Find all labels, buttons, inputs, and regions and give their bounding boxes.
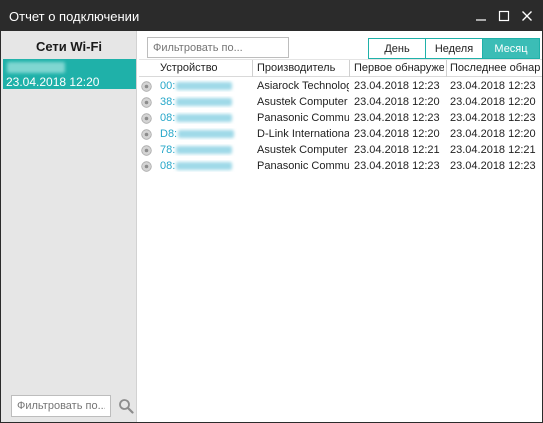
column-header-first-seen[interactable]: Первое обнаружен... <box>354 62 444 74</box>
column-header-device[interactable]: Устройство <box>160 62 250 74</box>
device-icon <box>141 129 152 140</box>
device-icon <box>141 81 152 92</box>
mac-redacted <box>176 98 233 107</box>
device-manufacturer: Asiarock Technology... <box>257 80 349 92</box>
network-date: 23.04.2018 12:20 <box>6 75 100 89</box>
device-manufacturer: Asustek Computer <box>257 96 348 108</box>
device-manufacturer: D-Link International <box>257 128 349 140</box>
device-icon <box>141 97 152 108</box>
window-title: Отчет о подключении <box>9 9 140 24</box>
last-seen-time: 23.04.2018 12:21 <box>450 144 536 156</box>
device-icon <box>141 161 152 172</box>
device-filter-input[interactable] <box>147 37 289 58</box>
table-row[interactable]: D8: D-Link International 23.04.2018 12:2… <box>139 127 542 143</box>
device-mac-prefix: D8: <box>160 128 178 140</box>
device-mac: 00: <box>160 80 250 92</box>
column-divider[interactable] <box>252 60 253 77</box>
table-row[interactable]: 08: Panasonic Communi... 23.04.2018 12:2… <box>139 111 542 127</box>
maximize-button[interactable] <box>493 5 515 27</box>
device-mac-prefix: 38: <box>160 96 176 108</box>
table-row[interactable]: 78: Asustek Computer 23.04.2018 12:21 23… <box>139 143 542 159</box>
table-row[interactable]: 08: Panasonic Communi... 23.04.2018 12:2… <box>139 159 542 175</box>
first-seen-time: 23.04.2018 12:20 <box>354 96 440 108</box>
network-filter-input[interactable] <box>11 395 111 417</box>
network-name-redacted <box>7 62 65 73</box>
minimize-button[interactable] <box>470 5 492 27</box>
minimize-icon <box>476 19 486 21</box>
mac-redacted <box>176 82 233 91</box>
first-seen-time: 23.04.2018 12:20 <box>354 128 440 140</box>
last-seen-time: 23.04.2018 12:20 <box>450 128 536 140</box>
device-mac: 38: <box>160 96 250 108</box>
device-manufacturer: Panasonic Communi... <box>257 160 349 172</box>
search-button[interactable] <box>118 398 134 414</box>
device-mac-prefix: 08: <box>160 112 176 124</box>
device-mac: D8: <box>160 128 250 140</box>
last-seen-time: 23.04.2018 12:20 <box>450 96 536 108</box>
search-icon <box>119 399 134 414</box>
table-row[interactable]: 00: Asiarock Technology... 23.04.2018 12… <box>139 79 542 95</box>
last-seen-time: 23.04.2018 12:23 <box>450 80 536 92</box>
column-header-last-seen[interactable]: Последнее обнару... <box>450 62 540 74</box>
device-manufacturer: Asustek Computer <box>257 144 348 156</box>
connection-report-window: Отчет о подключении Сети Wi-Fi 23.04.201… <box>0 0 543 423</box>
network-list-item[interactable]: 23.04.2018 12:20 <box>3 59 136 89</box>
device-mac: 08: <box>160 160 250 172</box>
mac-redacted <box>176 162 233 171</box>
period-week-button[interactable]: Неделя <box>425 38 483 59</box>
column-divider[interactable] <box>446 60 447 77</box>
first-seen-time: 23.04.2018 12:23 <box>354 112 440 124</box>
period-day-button[interactable]: День <box>368 38 426 59</box>
last-seen-time: 23.04.2018 12:23 <box>450 112 536 124</box>
device-manufacturer: Panasonic Communi... <box>257 112 349 124</box>
device-mac-prefix: 78: <box>160 144 176 156</box>
first-seen-time: 23.04.2018 12:23 <box>354 80 440 92</box>
device-mac-prefix: 08: <box>160 160 176 172</box>
column-header-manufacturer[interactable]: Производитель <box>257 62 347 74</box>
close-button[interactable] <box>516 5 538 27</box>
mac-redacted <box>176 146 233 155</box>
wifi-networks-sidebar: Сети Wi-Fi 23.04.2018 12:20 <box>1 31 137 422</box>
period-month-button[interactable]: Месяц <box>482 38 540 59</box>
column-divider[interactable] <box>349 60 350 77</box>
device-mac: 78: <box>160 144 250 156</box>
last-seen-time: 23.04.2018 12:23 <box>450 160 536 172</box>
close-icon <box>522 11 532 21</box>
mac-redacted <box>176 114 233 123</box>
device-icon <box>141 145 152 156</box>
device-mac: 08: <box>160 112 250 124</box>
device-icon <box>141 113 152 124</box>
first-seen-time: 23.04.2018 12:23 <box>354 160 440 172</box>
table-header: Устройство Производитель Первое обнаруже… <box>139 59 542 77</box>
mac-redacted <box>178 130 235 139</box>
maximize-icon <box>498 10 510 22</box>
sidebar-heading: Сети Wi-Fi <box>35 39 103 54</box>
title-bar: Отчет о подключении <box>1 1 542 31</box>
device-mac-prefix: 00: <box>160 80 176 92</box>
first-seen-time: 23.04.2018 12:21 <box>354 144 440 156</box>
table-row[interactable]: 38: Asustek Computer 23.04.2018 12:20 23… <box>139 95 542 111</box>
